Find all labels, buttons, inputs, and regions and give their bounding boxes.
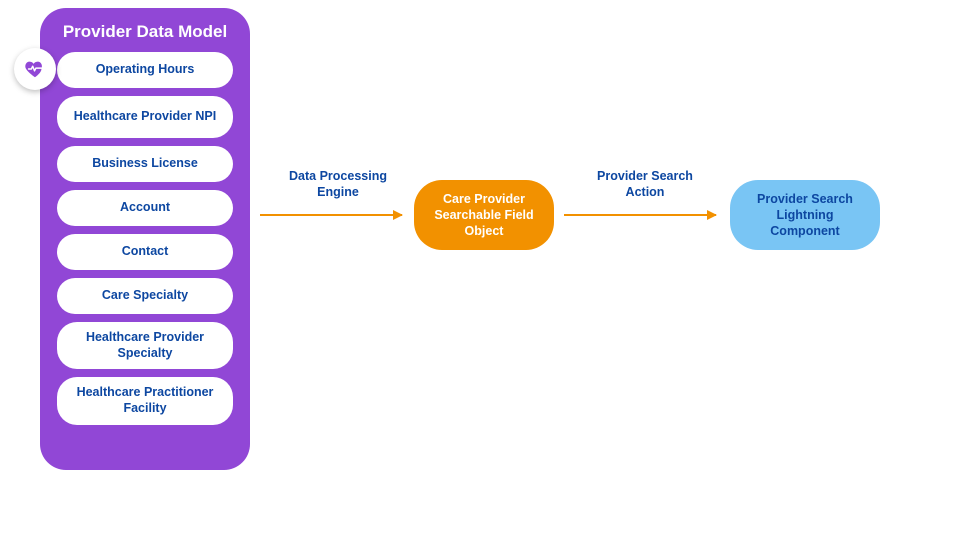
entity-account: Account: [57, 190, 233, 226]
arrow-label-data-processing-engine: Data Processing Engine: [278, 168, 398, 201]
entity-business-license: Business License: [57, 146, 233, 182]
entity-operating-hours: Operating Hours: [57, 52, 233, 88]
entity-list: Operating Hours Healthcare Provider NPI …: [54, 52, 236, 425]
entity-healthcare-provider-npi: Healthcare Provider NPI: [57, 96, 233, 138]
provider-data-model-group: Provider Data Model Operating Hours Heal…: [40, 8, 250, 470]
node-care-provider-searchable-field-object: Care Provider Searchable Field Object: [414, 180, 554, 250]
heart-pulse-icon: [14, 48, 56, 90]
arrow-to-lightning-component: [564, 214, 716, 216]
node-provider-search-lightning-component: Provider Search Lightning Component: [730, 180, 880, 250]
entity-care-specialty: Care Specialty: [57, 278, 233, 314]
group-title: Provider Data Model: [63, 22, 227, 42]
entity-healthcare-practitioner-facility: Healthcare Practitioner Facility: [57, 377, 233, 424]
arrow-to-searchable-object: [260, 214, 402, 216]
entity-healthcare-provider-specialty: Healthcare Provider Specialty: [57, 322, 233, 369]
diagram-canvas: Provider Data Model Operating Hours Heal…: [0, 0, 960, 540]
arrow-label-provider-search-action: Provider Search Action: [580, 168, 710, 201]
entity-contact: Contact: [57, 234, 233, 270]
